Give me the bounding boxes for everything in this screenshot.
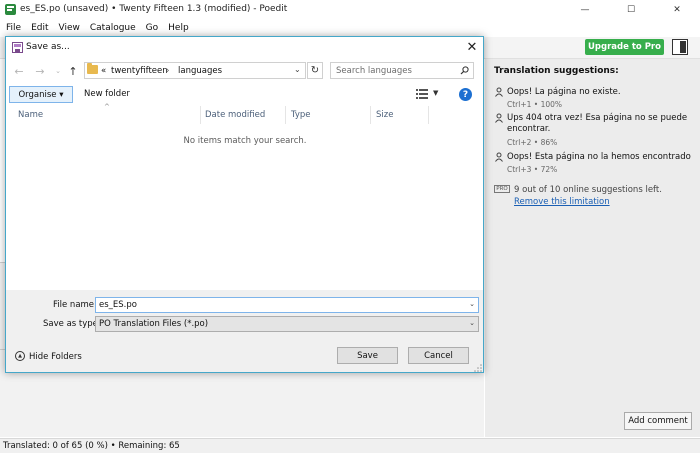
window-title: es_ES.po (unsaved) • Twenty Fifteen 1.3 … [20, 4, 288, 14]
remove-limitation-link[interactable]: Remove this limitation [514, 197, 610, 207]
forward-button[interactable]: → [33, 64, 47, 78]
suggestion-item[interactable]: Oops! Esta página no la hemos encontrado… [494, 152, 694, 176]
breadcrumb-item-twentyfifteen[interactable]: twentyfifteen [111, 66, 168, 76]
save-dialog-icon [12, 42, 23, 53]
chevron-up-icon[interactable]: ▲ [15, 351, 25, 361]
save-as-type-value: PO Translation Files (*.po) [99, 319, 209, 329]
file-name-combobox: ⌄ [95, 297, 479, 313]
sort-ascending-icon: ^ [104, 103, 110, 111]
online-suggestions-note: 9 out of 10 online suggestions left. [514, 185, 662, 195]
upgrade-to-pro-button[interactable]: Upgrade to Pro [585, 39, 664, 55]
suggestion-item[interactable]: Ups 404 otra vez! Esa página no se puede… [494, 113, 694, 149]
maximize-button[interactable]: ☐ [608, 0, 654, 20]
suggestion-item[interactable]: Oops! La página no existe. Ctrl+1 • 100% [494, 87, 694, 111]
minimize-icon: — [580, 5, 590, 15]
suggestion-text: Oops! La página no existe. [507, 87, 621, 97]
search-box [330, 62, 474, 79]
resize-grip-icon[interactable] [474, 364, 482, 372]
close-button[interactable]: ✕ [654, 0, 700, 20]
menu-edit[interactable]: Edit [31, 23, 48, 33]
recent-locations-button[interactable]: ⌄ [51, 64, 65, 78]
arrow-up-icon: ↑ [68, 64, 78, 78]
close-icon: ✕ [466, 39, 478, 55]
save-as-type-label: Save as type: [43, 319, 101, 329]
suggestion-meta: Ctrl+2 • 86% [507, 138, 558, 147]
back-button[interactable]: ← [12, 64, 26, 78]
new-folder-button[interactable]: New folder [84, 89, 130, 99]
column-date-modified[interactable]: Date modified [205, 110, 265, 120]
breadcrumb-overflow[interactable]: « [101, 66, 106, 76]
person-icon [495, 152, 503, 162]
menu-catalogue[interactable]: Catalogue [90, 23, 136, 33]
hide-folders-button[interactable]: Hide Folders [29, 352, 82, 362]
column-size[interactable]: Size [376, 110, 393, 120]
up-button[interactable]: ↑ [66, 64, 80, 78]
menu-help[interactable]: Help [168, 23, 189, 33]
column-divider[interactable] [285, 106, 286, 124]
add-comment-button[interactable]: Add comment [624, 412, 692, 430]
suggestion-meta: Ctrl+3 • 72% [507, 165, 558, 174]
organise-menu-button[interactable]: Organise ▾ [9, 86, 73, 103]
arrow-right-icon: → [35, 64, 45, 78]
address-dropdown-chevron-icon[interactable]: ⌄ [294, 65, 301, 74]
suggestion-text: Ups 404 otra vez! Esa página no se puede… [507, 113, 688, 134]
command-bar [6, 84, 483, 105]
arrow-left-icon: ← [14, 64, 24, 78]
refresh-button[interactable]: ↻ [307, 62, 323, 79]
chevron-down-icon[interactable]: ⌄ [469, 300, 475, 308]
breadcrumb-separator-icon: › [166, 66, 170, 76]
breadcrumb-item-languages[interactable]: languages [178, 66, 222, 76]
column-divider[interactable] [200, 106, 201, 124]
chevron-down-icon: ⌄ [55, 67, 61, 75]
dialog-title: Save as... [26, 42, 70, 52]
pro-badge: PRO [494, 185, 510, 193]
column-name[interactable]: Name [18, 110, 43, 120]
save-as-type-select[interactable]: PO Translation Files (*.po) ⌄ [95, 316, 479, 332]
help-icon[interactable]: ? [459, 88, 472, 101]
maximize-icon: ☐ [626, 5, 636, 15]
close-icon: ✕ [673, 5, 681, 15]
person-icon [495, 87, 503, 97]
poedit-app-icon [5, 4, 16, 15]
menu-bar: File Edit View Catalogue Go Help [0, 21, 700, 37]
column-type[interactable]: Type [291, 110, 311, 120]
chevron-down-icon: ⌄ [469, 319, 475, 327]
view-options-icon[interactable] [416, 89, 428, 99]
dialog-close-button[interactable]: ✕ [464, 39, 480, 55]
save-button[interactable]: Save [337, 347, 398, 364]
folder-icon [87, 63, 98, 74]
sidebar-toggle-button[interactable] [672, 39, 688, 55]
minimize-button[interactable]: — [562, 0, 608, 20]
file-name-input[interactable] [96, 298, 466, 312]
search-input[interactable] [331, 63, 455, 78]
suggestions-heading: Translation suggestions: [494, 66, 619, 76]
column-divider[interactable] [428, 106, 429, 124]
menu-file[interactable]: File [6, 23, 21, 33]
suggestion-meta: Ctrl+1 • 100% [507, 100, 563, 109]
search-icon[interactable] [460, 66, 469, 75]
column-divider[interactable] [370, 106, 371, 124]
menu-view[interactable]: View [59, 23, 80, 33]
refresh-icon: ↻ [310, 65, 320, 76]
empty-list-message: No items match your search. [183, 136, 307, 146]
menu-go[interactable]: Go [146, 23, 158, 33]
cancel-button[interactable]: Cancel [408, 347, 469, 364]
status-text: Translated: 0 of 65 (0 %) • Remaining: 6… [3, 441, 180, 451]
view-dropdown-icon[interactable]: ▼ [433, 89, 438, 97]
file-name-label: File name: [53, 300, 97, 310]
person-icon [495, 113, 503, 123]
suggestion-text: Oops! Esta página no la hemos encontrado [507, 152, 691, 162]
